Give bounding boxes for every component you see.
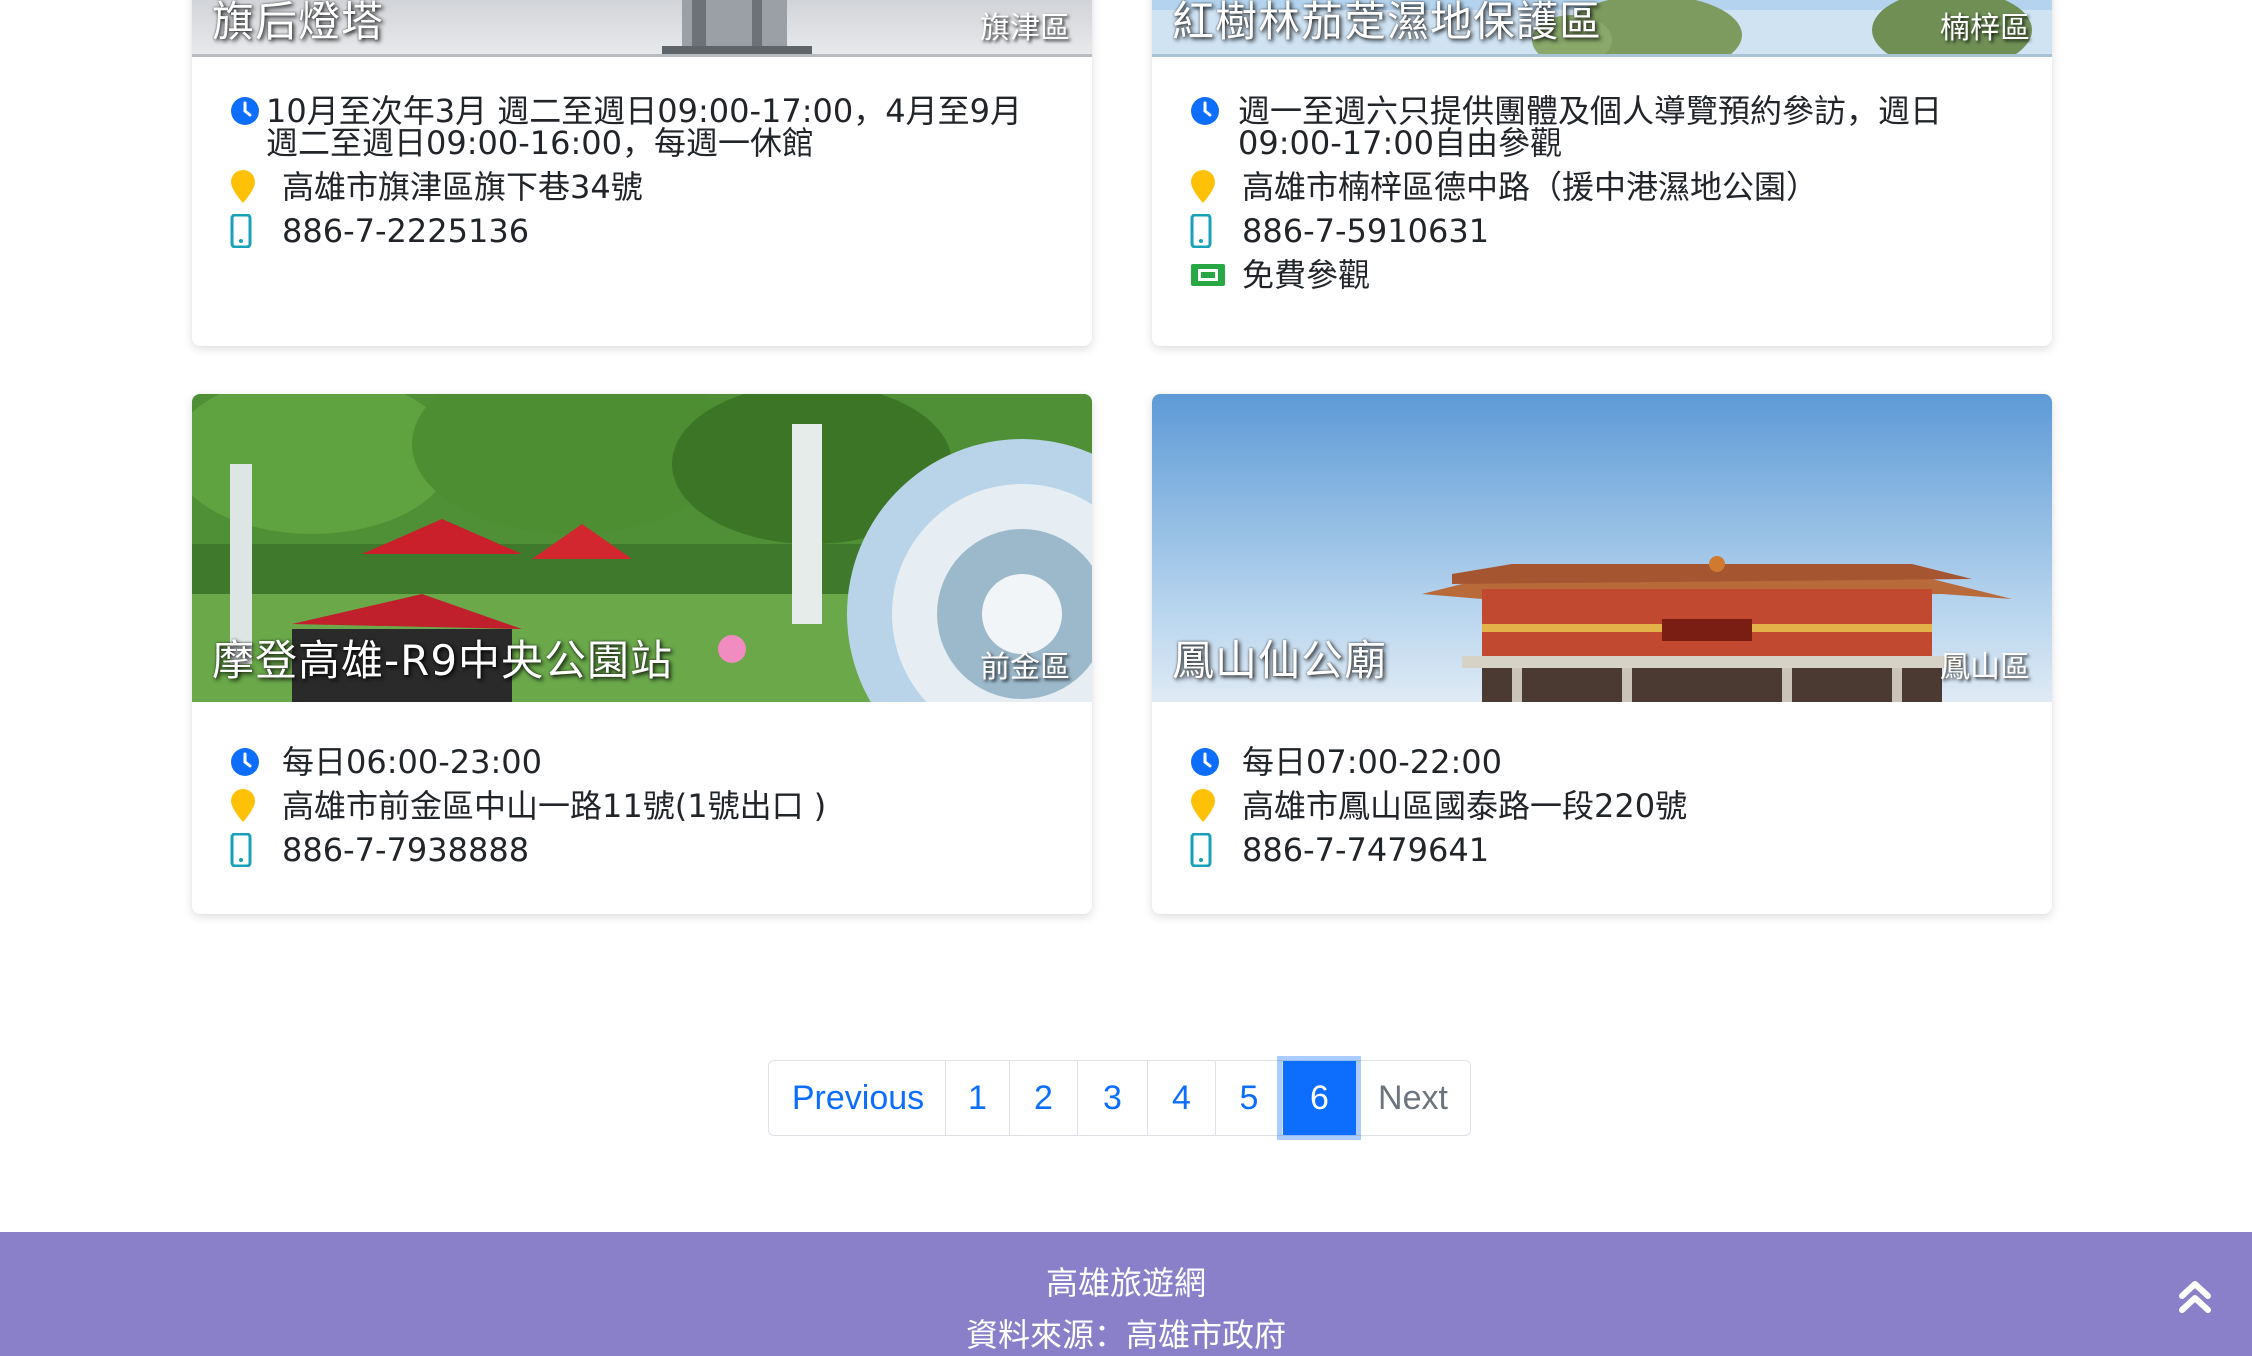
attraction-photo: 紅樹林茄萣濕地保護區 楠梓區 [1152, 0, 2052, 57]
map-marker-icon [230, 784, 282, 828]
phone-row: 886-7-7479641 [1190, 828, 2016, 872]
phone-row: 886-7-2225136 [230, 209, 1056, 253]
attraction-district: 前金區 [980, 650, 1070, 685]
clock-icon [1190, 740, 1242, 784]
hours-row: 每日07:00-22:00 [1190, 740, 2016, 784]
address-text: 高雄市鳳山區國泰路一段220號 [1242, 787, 1688, 825]
address-text: 高雄市前金區中山一路11號(1號出口 ) [282, 787, 827, 825]
back-to-top-button[interactable] [2178, 1276, 2212, 1316]
double-chevron-up-icon [2179, 1281, 2211, 1313]
attraction-name: 旗后燈塔 [212, 0, 385, 46]
attraction-photo: 鳳山仙公廟 鳳山區 [1152, 394, 2052, 702]
phone-row: 886-7-5910631 [1190, 209, 2016, 253]
page-6-button-current[interactable]: 6 [1282, 1061, 1356, 1135]
mobile-phone-icon [230, 828, 282, 872]
page-5-button[interactable]: 5 [1215, 1061, 1282, 1135]
hours-text: 週一至週六只提供團體及個人導覽預約參訪，週日09:00-17:00自由參觀 [1238, 92, 1943, 162]
attraction-card[interactable]: 鳳山仙公廟 鳳山區 每日07:00-22:00 高雄市鳳山區國泰路一段220號 [1152, 394, 2052, 914]
clock-icon [1190, 95, 1238, 127]
attraction-photo: 摩登高雄-R9中央公園站 前金區 [192, 394, 1092, 702]
hours-text: 每日07:00-22:00 [1242, 743, 1502, 781]
hours-text: 每日06:00-23:00 [282, 743, 542, 781]
attraction-name: 紅樹林茄萣濕地保護區 [1172, 0, 1603, 46]
mobile-phone-icon [1190, 828, 1242, 872]
attraction-district: 楠梓區 [1940, 11, 2030, 46]
map-marker-icon [1190, 165, 1242, 209]
attraction-district: 鳳山區 [1940, 650, 2030, 685]
page-4-button[interactable]: 4 [1147, 1061, 1215, 1135]
hours-row: 每日06:00-23:00 [230, 740, 1056, 784]
clock-icon [230, 95, 266, 127]
mobile-phone-icon [230, 209, 282, 253]
mobile-phone-icon [1190, 209, 1242, 253]
map-marker-icon [1190, 784, 1242, 828]
phone-row: 886-7-7938888 [230, 828, 1056, 872]
attraction-district: 旗津區 [980, 11, 1070, 46]
phone-text[interactable]: 886-7-7938888 [282, 828, 529, 872]
page: 旗后燈塔 旗津區 10月至次年3月 週二至週日09:00-17:00，4月至9月… [0, 0, 2252, 1356]
attraction-name: 鳳山仙公廟 [1172, 636, 1388, 685]
page-2-button[interactable]: 2 [1009, 1061, 1077, 1135]
attraction-card[interactable]: 紅樹林茄萣濕地保護區 楠梓區 週一至週六只提供團體及個人導覽預約參訪，週日09:… [1152, 0, 2052, 346]
attraction-photo: 旗后燈塔 旗津區 [192, 0, 1092, 57]
pagination: Previous 1 2 3 4 5 6 Next [768, 1060, 1471, 1136]
next-page-button[interactable]: Next [1356, 1061, 1470, 1135]
phone-text[interactable]: 886-7-5910631 [1242, 209, 1489, 253]
page-1-button[interactable]: 1 [945, 1061, 1009, 1135]
attraction-card[interactable]: 摩登高雄-R9中央公園站 前金區 每日06:00-23:00 高雄市前金區中山一… [192, 394, 1092, 914]
footer: 高雄旅遊網 資料來源：高雄市政府 [0, 1232, 2252, 1356]
ticket-row: 免費參觀 [1190, 253, 2016, 297]
ticket-text: 免費參觀 [1242, 256, 1371, 294]
footer-site-title: 高雄旅遊網 [1045, 1264, 1206, 1302]
hours-row: 週一至週六只提供團體及個人導覽預約參訪，週日09:00-17:00自由參觀 [1190, 95, 2016, 159]
address-row: 高雄市楠梓區德中路（援中港濕地公園） [1190, 165, 2016, 209]
address-row: 高雄市前金區中山一路11號(1號出口 ) [230, 784, 1056, 828]
address-row: 高雄市旗津區旗下巷34號 [230, 165, 1056, 209]
address-row: 高雄市鳳山區國泰路一段220號 [1190, 784, 2016, 828]
address-text: 高雄市楠梓區德中路（援中港濕地公園） [1242, 168, 1819, 206]
ticket-icon [1190, 253, 1242, 297]
hours-text: 10月至次年3月 週二至週日09:00-17:00，4月至9月 週二至週日09:… [266, 92, 1022, 162]
attraction-name: 摩登高雄-R9中央公園站 [212, 636, 674, 685]
address-text: 高雄市旗津區旗下巷34號 [282, 168, 643, 206]
previous-page-button[interactable]: Previous [769, 1061, 945, 1135]
phone-text[interactable]: 886-7-7479641 [1242, 828, 1489, 872]
clock-icon [230, 740, 282, 784]
attraction-card[interactable]: 旗后燈塔 旗津區 10月至次年3月 週二至週日09:00-17:00，4月至9月… [192, 0, 1092, 346]
page-3-button[interactable]: 3 [1077, 1061, 1147, 1135]
hours-row: 10月至次年3月 週二至週日09:00-17:00，4月至9月 週二至週日09:… [230, 95, 1056, 159]
map-marker-icon [230, 165, 282, 209]
footer-data-source: 資料來源：高雄市政府 [965, 1316, 1286, 1354]
phone-text[interactable]: 886-7-2225136 [282, 209, 529, 253]
